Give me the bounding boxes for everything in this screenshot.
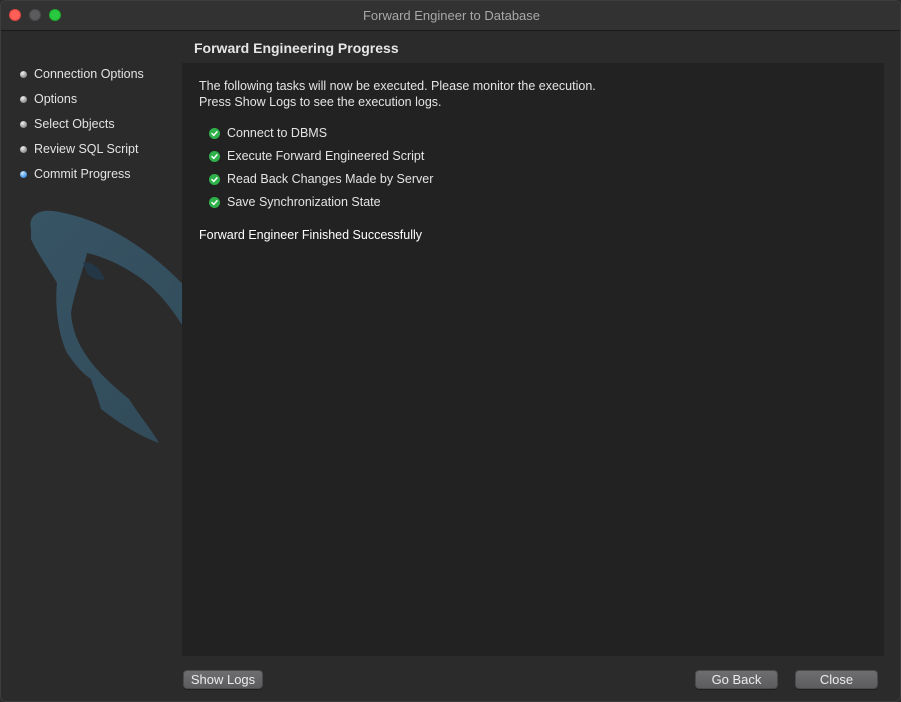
page-title: Forward Engineering Progress [194, 40, 399, 56]
step-done-bullet-icon [20, 145, 27, 153]
intro-text: The following tasks will now be executed… [199, 78, 596, 110]
intro-line-2: Press Show Logs to see the execution log… [199, 95, 442, 109]
task-label: Read Back Changes Made by Server [227, 172, 434, 186]
title-bar[interactable]: Forward Engineer to Database [1, 1, 900, 31]
sidebar-step-label: Commit Progress [34, 167, 131, 181]
sidebar-step-options: Options [20, 91, 77, 107]
step-done-bullet-icon [20, 70, 27, 78]
forward-engineer-window: Forward Engineer to Database Connection … [0, 0, 901, 702]
sidebar-step-label: Review SQL Script [34, 142, 139, 156]
task-read-back-changes: Read Back Changes Made by Server [209, 171, 433, 187]
sidebar-step-label: Select Objects [34, 117, 115, 131]
sidebar-step-label: Connection Options [34, 67, 144, 81]
sidebar-step-connection-options: Connection Options [20, 66, 144, 82]
task-execute-script: Execute Forward Engineered Script [209, 148, 424, 164]
close-button[interactable]: Close [795, 670, 878, 689]
task-label: Connect to DBMS [227, 126, 328, 140]
window-title: Forward Engineer to Database [362, 8, 541, 23]
task-save-sync-state: Save Synchronization State [209, 194, 381, 210]
step-done-bullet-icon [20, 120, 27, 128]
sidebar-step-review-sql-script: Review SQL Script [20, 141, 138, 157]
show-logs-button[interactable]: Show Logs [183, 670, 263, 689]
green-checkmark-icon [209, 150, 220, 162]
task-label: Execute Forward Engineered Script [227, 149, 425, 163]
progress-panel: The following tasks will now be executed… [182, 63, 884, 656]
sidebar-step-select-objects: Select Objects [20, 116, 115, 132]
intro-line-1: The following tasks will now be executed… [199, 79, 596, 93]
task-label: Save Synchronization State [227, 195, 381, 209]
go-back-button[interactable]: Go Back [695, 670, 778, 689]
step-active-bullet-icon [20, 170, 27, 178]
green-checkmark-icon [209, 196, 220, 208]
step-done-bullet-icon [20, 95, 27, 103]
green-checkmark-icon [209, 127, 220, 139]
green-checkmark-icon [209, 173, 220, 185]
task-connect-to-dbms: Connect to DBMS [209, 125, 327, 141]
result-message: Forward Engineer Finished Successfully [199, 228, 423, 242]
sidebar-step-label: Options [34, 92, 78, 106]
sidebar-step-commit-progress: Commit Progress [20, 166, 131, 182]
wizard-sidebar: Connection Options Options Select Object… [1, 31, 315, 701]
